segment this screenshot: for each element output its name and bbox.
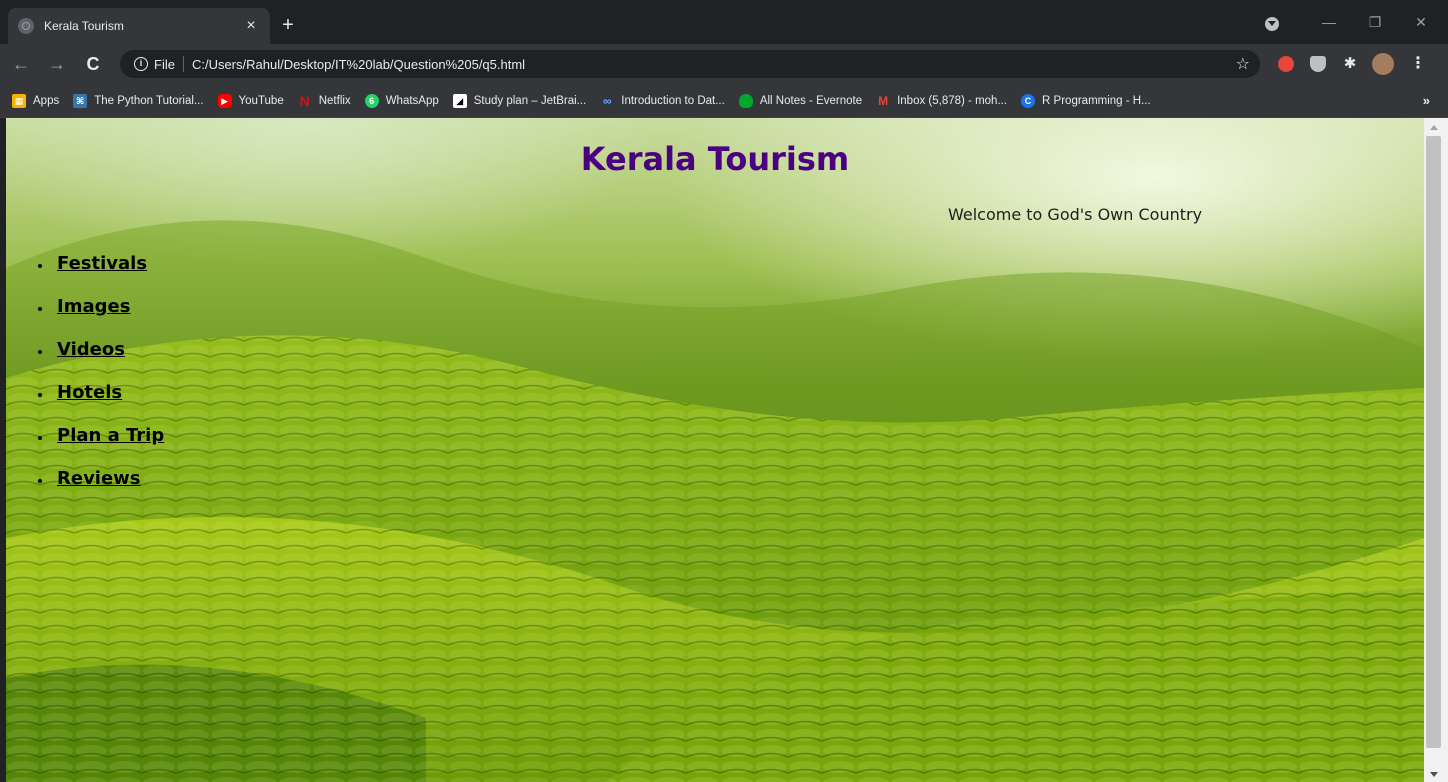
r-programming-icon: C — [1021, 93, 1036, 108]
browser-toolbar: ← → C i File C:/Users/Rahul/Desktop/IT%2… — [0, 44, 1448, 84]
coursera-icon: ∞ — [602, 93, 612, 108]
bookmark-star-icon[interactable]: ☆ — [1236, 54, 1250, 74]
page-title: Kerala Tourism — [580, 140, 850, 178]
bookmark-label: Study plan – JetBrai... — [473, 94, 587, 107]
page-subtitle: Welcome to God's Own Country — [948, 205, 1203, 224]
nav-item-festivals: Festivals — [38, 242, 164, 285]
extensions-puzzle-icon[interactable]: ✱ — [1342, 56, 1358, 72]
apps-grid-icon: ▦ — [12, 93, 26, 108]
browser-titlebar: Kerala Tourism × + — ❐ ✕ — [0, 0, 1448, 44]
bookmarks-overflow-icon[interactable]: » — [1423, 93, 1430, 108]
nav-item-images: Images — [38, 285, 164, 328]
gmail-icon: M — [878, 93, 889, 108]
whatsapp-icon: 6 — [364, 93, 379, 108]
nav-link-hotels[interactable]: Hotels — [57, 382, 122, 403]
evernote-icon — [738, 93, 753, 108]
adblock-extension-icon[interactable] — [1278, 56, 1294, 72]
kebab-menu-icon[interactable]: ⋮ — [1410, 56, 1426, 72]
site-nav-list: Festivals Images Videos Hotels Plan a Tr… — [38, 242, 164, 500]
bullet — [38, 435, 42, 440]
info-icon[interactable]: i — [134, 57, 148, 71]
tea-plantation-background — [6, 220, 1424, 782]
nav-link-festivals[interactable]: Festivals — [57, 253, 147, 274]
bookmark-youtube[interactable]: ▶ YouTube — [217, 93, 284, 108]
nav-item-videos: Videos — [38, 328, 164, 371]
bookmark-label: YouTube — [238, 94, 284, 107]
address-bar[interactable]: i File C:/Users/Rahul/Desktop/IT%20lab/Q… — [120, 50, 1260, 78]
bookmark-label: R Programming - H... — [1042, 94, 1151, 107]
jetbrains-icon: ◢ — [452, 93, 467, 108]
bullet — [38, 478, 42, 483]
minimize-button[interactable]: — — [1306, 10, 1352, 34]
bookmark-evernote[interactable]: All Notes - Evernote — [738, 93, 863, 108]
bullet — [38, 349, 42, 354]
bookmarks-bar: ▦ Apps ⌘ The Python Tutorial... ▶ YouTub… — [0, 84, 1448, 118]
scrollbar-thumb[interactable] — [1426, 136, 1441, 748]
scroll-up-arrow-icon[interactable] — [1430, 125, 1438, 130]
bullet — [38, 263, 42, 268]
reload-button[interactable]: C — [78, 49, 108, 79]
bookmark-python[interactable]: ⌘ The Python Tutorial... — [73, 93, 204, 108]
bookmark-label: All Notes - Evernote — [759, 94, 863, 107]
scroll-down-arrow-icon[interactable] — [1430, 772, 1438, 777]
profile-avatar[interactable] — [1372, 53, 1394, 75]
tab-search-icon[interactable] — [1265, 17, 1279, 31]
bookmark-apps[interactable]: ▦ Apps — [12, 93, 60, 108]
bookmark-netflix[interactable]: N Netflix — [298, 94, 351, 108]
bookmark-label: WhatsApp — [385, 94, 439, 107]
nav-link-videos[interactable]: Videos — [57, 339, 125, 360]
nav-item-plan-a-trip: Plan a Trip — [38, 414, 164, 457]
bookmark-gmail[interactable]: M Inbox (5,878) - moh... — [876, 94, 1007, 108]
close-window-button[interactable]: ✕ — [1398, 10, 1444, 34]
back-button[interactable]: ← — [6, 49, 36, 79]
tab-close-icon[interactable]: × — [242, 17, 260, 35]
bookmark-jetbrains[interactable]: ◢ Study plan – JetBrai... — [452, 93, 587, 108]
url-text[interactable]: C:/Users/Rahul/Desktop/IT%20lab/Question… — [192, 57, 525, 72]
nav-link-plan-a-trip[interactable]: Plan a Trip — [57, 425, 164, 446]
nav-item-hotels: Hotels — [38, 371, 164, 414]
browser-tab[interactable]: Kerala Tourism × — [8, 8, 270, 44]
shield-extension-icon[interactable] — [1310, 56, 1326, 72]
bookmark-label: Introduction to Dat... — [621, 94, 725, 107]
tab-title: Kerala Tourism — [44, 19, 124, 33]
page-viewport: Kerala Tourism Welcome to God's Own Coun… — [6, 118, 1424, 782]
new-tab-button[interactable]: + — [276, 14, 300, 38]
globe-icon — [18, 18, 34, 34]
forward-button[interactable]: → — [42, 49, 72, 79]
bookmark-r-programming[interactable]: C R Programming - H... — [1021, 93, 1151, 108]
bookmark-label: Netflix — [318, 94, 351, 107]
bullet — [38, 306, 42, 311]
scheme-label: File — [154, 56, 175, 72]
python-icon: ⌘ — [73, 93, 88, 108]
nav-item-reviews: Reviews — [38, 457, 164, 500]
nav-link-reviews[interactable]: Reviews — [57, 468, 141, 489]
address-divider — [182, 56, 184, 72]
bookmark-label: Inbox (5,878) - moh... — [897, 94, 1008, 107]
youtube-icon: ▶ — [217, 93, 232, 108]
nav-link-images[interactable]: Images — [57, 296, 130, 317]
bookmark-coursera[interactable]: ∞ Introduction to Dat... — [600, 94, 725, 108]
bullet — [38, 392, 42, 397]
bookmark-whatsapp[interactable]: 6 WhatsApp — [364, 93, 439, 108]
bookmark-label: Apps — [33, 94, 60, 107]
restore-button[interactable]: ❐ — [1352, 10, 1398, 34]
bookmark-label: The Python Tutorial... — [94, 94, 204, 107]
netflix-icon: N — [299, 92, 310, 109]
